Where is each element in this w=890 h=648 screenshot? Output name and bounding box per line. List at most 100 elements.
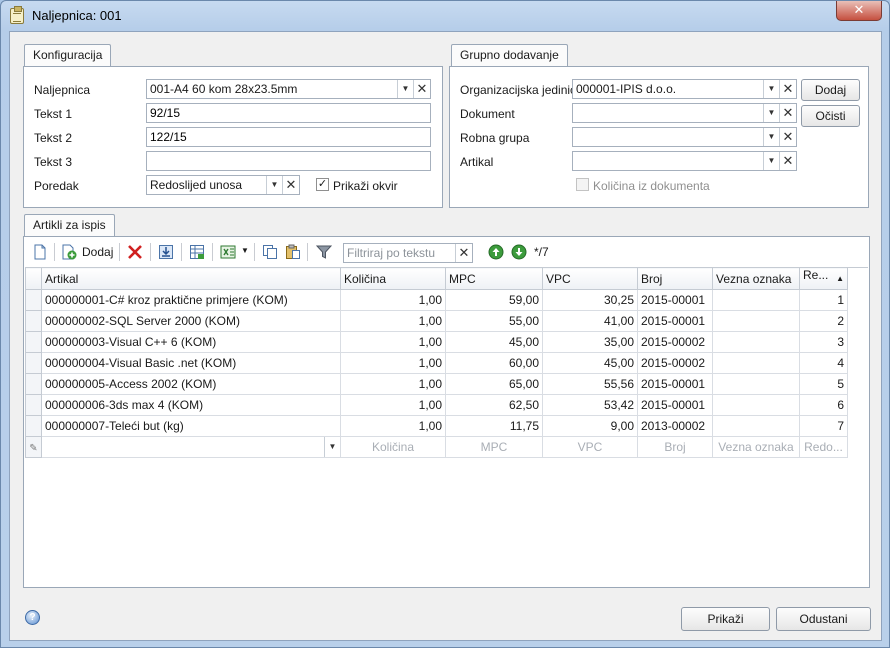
new-row-redoslijed[interactable]: Redo... [799,436,848,458]
odustani-button[interactable]: Odustani [776,607,871,631]
group-ocisti-button[interactable]: Očisti [801,105,860,127]
cell-redoslijed[interactable]: 2 [799,310,848,332]
copy-icon[interactable] [262,244,278,260]
cell-mpc[interactable]: 55,00 [445,310,543,332]
cell-kolicina[interactable]: 1,00 [340,373,446,395]
column-header-mpc[interactable]: MPC [445,267,543,290]
new-row-vpc[interactable]: VPC [542,436,638,458]
paste-icon[interactable] [285,244,301,260]
cell-mpc[interactable]: 60,00 [445,352,543,374]
tab-artikli-za-ispis[interactable]: Artikli za ispis [24,214,115,236]
chevron-down-icon[interactable]: ▼ [241,246,249,255]
cell-artikal[interactable]: 000000001-C# kroz praktične primjere (KO… [41,289,341,311]
table-row[interactable]: 000000004-Visual Basic .net (KOM) 1,00 6… [25,352,848,374]
row-selector[interactable] [25,331,42,353]
new-row-selector[interactable]: ✎ [25,436,42,458]
cell-vpc[interactable]: 53,42 [542,394,638,416]
column-header-redoslijed[interactable]: Re... ▲ [799,267,848,290]
cell-kolicina[interactable]: 1,00 [340,394,446,416]
clear-icon[interactable]: ✕ [413,80,430,98]
cell-artikal[interactable]: 000000002-SQL Server 2000 (KOM) [41,310,341,332]
cell-broj[interactable]: 2015-00001 [637,310,713,332]
cell-artikal[interactable]: 000000004-Visual Basic .net (KOM) [41,352,341,374]
cell-redoslijed[interactable]: 5 [799,373,848,395]
row-selector[interactable] [25,394,42,416]
group-dodaj-button[interactable]: Dodaj [801,79,860,101]
cell-mpc[interactable]: 45,00 [445,331,543,353]
prikazi-button[interactable]: Prikaži [681,607,770,631]
cell-broj[interactable]: 2015-00001 [637,394,713,416]
cell-kolicina[interactable]: 1,00 [340,331,446,353]
column-header-vpc[interactable]: VPC [542,267,638,290]
row-selector[interactable] [25,373,42,395]
row-selector[interactable] [25,310,42,332]
filter-icon[interactable] [316,244,332,260]
column-header-artikal[interactable]: Artikal [41,267,341,290]
arrow-down-icon[interactable] [511,244,527,260]
cell-broj[interactable]: 2013-00002 [637,415,713,437]
cell-artikal[interactable]: 000000006-3ds max 4 (KOM) [41,394,341,416]
column-header-kolicina[interactable]: Količina [340,267,446,290]
row-selector-header[interactable] [25,267,42,290]
dokument-combo[interactable]: ▼ ✕ [572,103,797,123]
close-button[interactable]: ✕ [836,1,882,21]
clear-icon[interactable]: ✕ [282,176,299,194]
cell-artikal[interactable]: 000000003-Visual C++ 6 (KOM) [41,331,341,353]
new-row-kolicina[interactable]: Količina [340,436,446,458]
new-row-artikal-combo[interactable]: ▼ [41,436,341,458]
cell-vezna-oznaka[interactable] [712,310,800,332]
table-row[interactable]: 000000002-SQL Server 2000 (KOM) 1,00 55,… [25,310,848,332]
chevron-down-icon[interactable]: ▼ [763,80,779,98]
kolicina-dokumenta-checkbox[interactable] [576,178,589,191]
cell-redoslijed[interactable]: 4 [799,352,848,374]
naljepnica-combo[interactable]: 001-A4 60 kom 28x23.5mm ▼ ✕ [146,79,431,99]
cell-mpc[interactable]: 62,50 [445,394,543,416]
table-row[interactable]: 000000007-Teleći but (kg) 1,00 11,75 9,0… [25,415,848,437]
delete-icon[interactable] [127,244,143,260]
row-selector[interactable] [25,352,42,374]
cell-broj[interactable]: 2015-00001 [637,373,713,395]
toolbar-dodaj-button[interactable]: Dodaj [82,245,113,259]
cell-vezna-oznaka[interactable] [712,394,800,416]
cell-vezna-oznaka[interactable] [712,331,800,353]
cell-vpc[interactable]: 9,00 [542,415,638,437]
poredak-combo[interactable]: Redoslijed unosa ▼ ✕ [146,175,300,195]
cell-artikal[interactable]: 000000007-Teleći but (kg) [41,415,341,437]
excel-icon[interactable] [220,244,236,260]
arrow-up-icon[interactable] [488,244,504,260]
new-row-vezna-oznaka[interactable]: Vezna oznaka [712,436,800,458]
clear-icon[interactable]: ✕ [779,80,796,98]
cell-redoslijed[interactable]: 7 [799,415,848,437]
tekst2-input[interactable] [146,127,431,147]
tekst3-input[interactable] [146,151,431,171]
cell-vezna-oznaka[interactable] [712,289,800,311]
table-row[interactable]: 000000001-C# kroz praktične primjere (KO… [25,289,848,311]
tab-konfiguracija[interactable]: Konfiguracija [24,44,112,66]
cell-vpc[interactable]: 30,25 [542,289,638,311]
cell-artikal[interactable]: 000000005-Access 2002 (KOM) [41,373,341,395]
cell-broj[interactable]: 2015-00001 [637,289,713,311]
cell-vpc[interactable]: 35,00 [542,331,638,353]
new-row-broj[interactable]: Broj [637,436,713,458]
chevron-down-icon[interactable]: ▼ [763,104,779,122]
cell-kolicina[interactable]: 1,00 [340,289,446,311]
filter-input[interactable]: Filtriraj po tekstu ✕ [343,243,473,263]
artikal-combo[interactable]: ▼ ✕ [572,151,797,171]
row-selector[interactable] [25,415,42,437]
chevron-down-icon[interactable]: ▼ [266,176,282,194]
clear-icon[interactable]: ✕ [779,104,796,122]
chevron-down-icon[interactable]: ▼ [763,128,779,146]
chevron-down-icon[interactable]: ▼ [324,437,340,457]
table-row[interactable]: 000000005-Access 2002 (KOM) 1,00 65,00 5… [25,373,848,395]
title-bar[interactable]: Naljepnica: 001 ✕ [1,1,889,31]
org-combo[interactable]: 000001-IPIS d.o.o. ▼ ✕ [572,79,797,99]
cell-mpc[interactable]: 59,00 [445,289,543,311]
cell-broj[interactable]: 2015-00002 [637,331,713,353]
cell-kolicina[interactable]: 1,00 [340,352,446,374]
cell-vpc[interactable]: 45,00 [542,352,638,374]
tekst1-input[interactable] [146,103,431,123]
cell-vezna-oznaka[interactable] [712,415,800,437]
clear-icon[interactable]: ✕ [455,244,472,262]
chevron-down-icon[interactable]: ▼ [397,80,413,98]
add-row-icon[interactable] [61,244,77,260]
